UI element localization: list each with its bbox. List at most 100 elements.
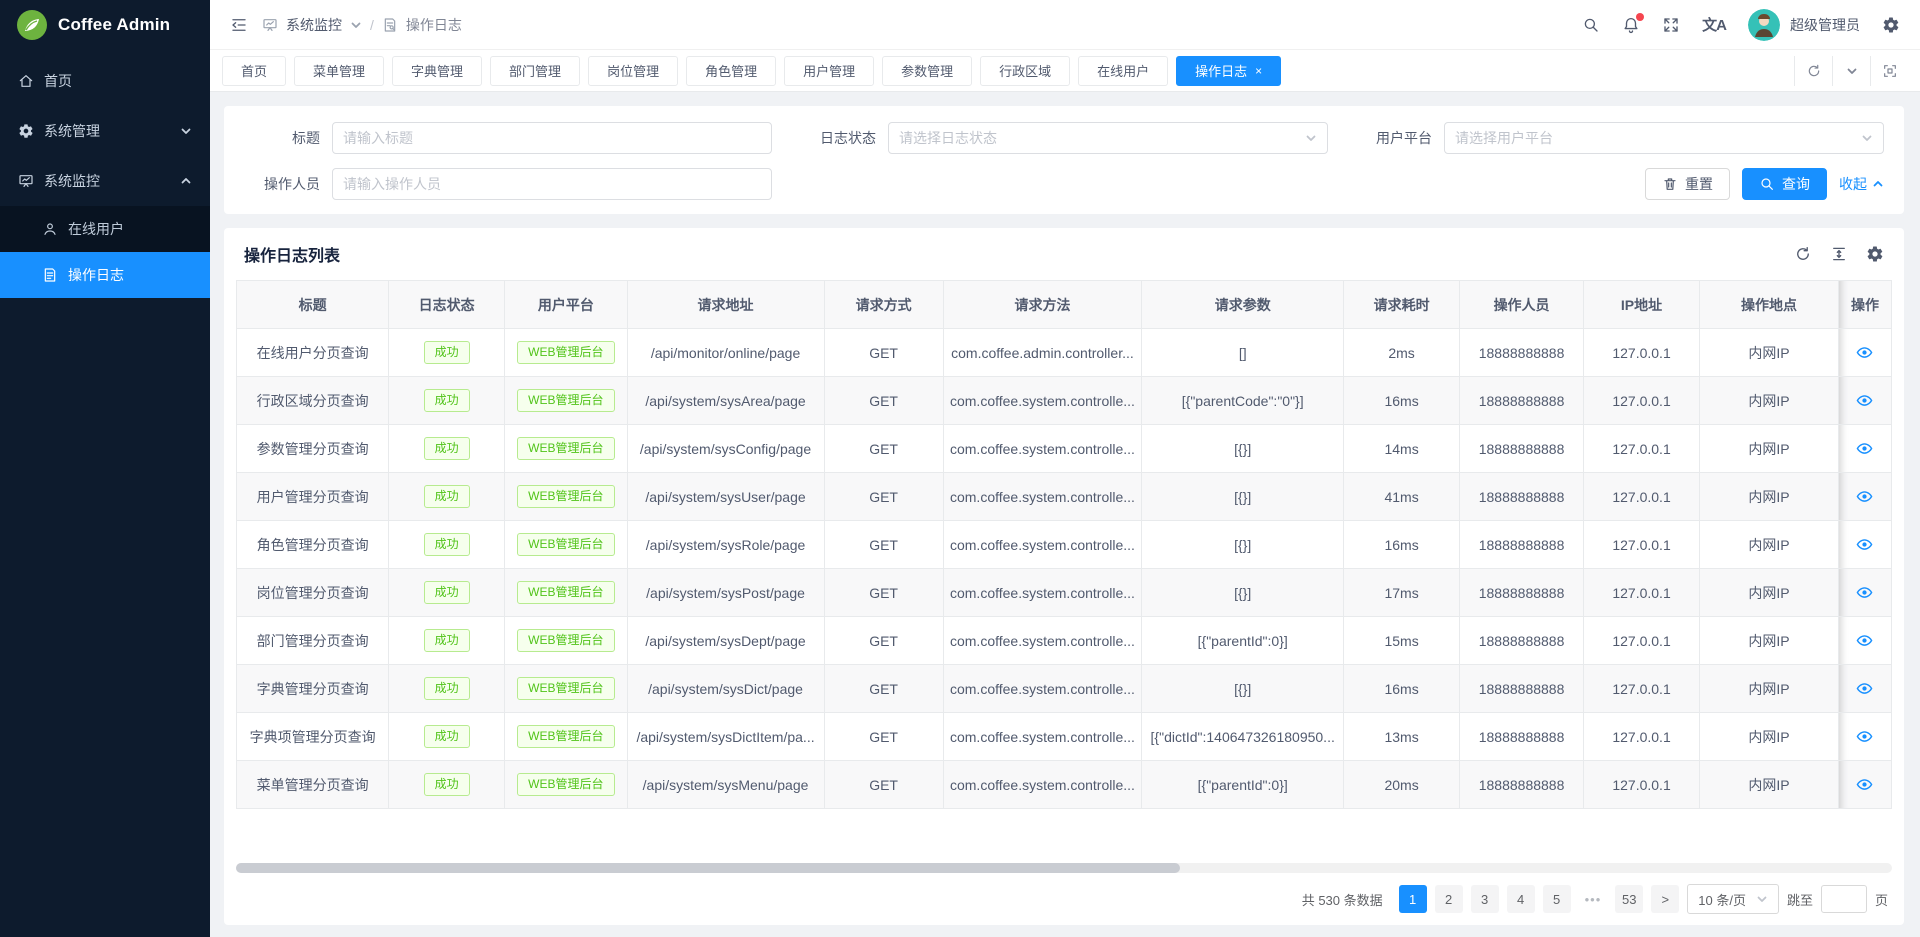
user-icon — [42, 221, 58, 237]
cell-method: GET — [824, 569, 943, 617]
chevron-down-icon — [1756, 893, 1768, 905]
chevron-down-icon[interactable] — [350, 19, 362, 31]
status-badge: 成功 — [424, 677, 470, 701]
col-request-params: 请求参数 — [1142, 281, 1344, 329]
log-status-placeholder: 请选择日志状态 — [899, 128, 997, 148]
notification-bell-icon[interactable] — [1622, 16, 1640, 34]
tab[interactable]: 在线用户 — [1078, 56, 1168, 86]
operator-input[interactable] — [343, 176, 761, 192]
view-detail-eye-icon[interactable] — [1856, 776, 1873, 793]
cell-ip: 127.0.0.1 — [1584, 761, 1700, 809]
cell-handler: com.coffee.admin.controller... — [943, 329, 1142, 377]
translate-icon[interactable]: 文A — [1702, 14, 1726, 35]
cell-location: 内网IP — [1699, 569, 1838, 617]
tab[interactable]: 用户管理 — [784, 56, 874, 86]
page-button[interactable]: ••• — [1579, 885, 1608, 913]
view-detail-eye-icon[interactable] — [1856, 344, 1873, 361]
page-button[interactable]: 4 — [1507, 885, 1535, 913]
sidebar-item-online-users[interactable]: 在线用户 — [0, 206, 210, 252]
tab[interactable]: 菜单管理 — [294, 56, 384, 86]
cell-platform: WEB管理后台 — [505, 425, 627, 473]
status-badge: 成功 — [424, 533, 470, 557]
page-button[interactable]: 5 — [1543, 885, 1571, 913]
view-detail-eye-icon[interactable] — [1856, 728, 1873, 745]
app-logo[interactable]: Coffee Admin — [0, 0, 210, 50]
page-button[interactable]: 3 — [1471, 885, 1499, 913]
tab[interactable]: 首页 — [222, 56, 286, 86]
chevron-down-icon[interactable] — [1832, 56, 1870, 86]
tab[interactable]: 操作日志 × — [1176, 56, 1281, 86]
cell-method: GET — [824, 521, 943, 569]
page-button[interactable]: 53 — [1615, 885, 1643, 913]
settings-gear-icon[interactable] — [1882, 16, 1900, 34]
row-height-icon[interactable] — [1830, 245, 1848, 263]
filter-operator: 操作人员 — [244, 168, 772, 200]
column-settings-icon[interactable] — [1866, 245, 1884, 263]
tab[interactable]: 部门管理 — [490, 56, 580, 86]
title-input[interactable] — [343, 130, 761, 146]
user-menu[interactable]: 超级管理员 — [1748, 9, 1860, 41]
cell-params: [{"parentCode":"0"}] — [1142, 377, 1344, 425]
jump-page-input[interactable] — [1821, 885, 1867, 913]
page-button[interactable]: 1 — [1399, 885, 1427, 913]
collapse-sidebar-icon[interactable] — [230, 16, 248, 34]
horizontal-scrollbar[interactable] — [236, 863, 1892, 873]
collapse-filter-link[interactable]: 收起 — [1839, 174, 1884, 194]
sidebar-item-system-management[interactable]: 系统管理 — [0, 106, 210, 156]
cell-handler: com.coffee.system.controlle... — [943, 665, 1142, 713]
card-title: 操作日志列表 — [244, 242, 340, 266]
search-label: 查询 — [1782, 174, 1810, 194]
search-button[interactable]: 查询 — [1742, 168, 1827, 200]
search-icon[interactable] — [1582, 16, 1600, 34]
filter-title: 标题 — [244, 122, 772, 154]
cell-method: GET — [824, 473, 943, 521]
tab-label: 参数管理 — [901, 61, 953, 80]
cell-status: 成功 — [389, 569, 505, 617]
tab[interactable]: 字典管理 — [392, 56, 482, 86]
page-button[interactable]: 2 — [1435, 885, 1463, 913]
view-detail-eye-icon[interactable] — [1856, 584, 1873, 601]
cell-platform: WEB管理后台 — [505, 761, 627, 809]
col-title: 标题 — [237, 281, 389, 329]
page-button[interactable]: > — [1651, 885, 1679, 913]
sidebar-item-home[interactable]: 首页 — [0, 56, 210, 106]
maximize-icon[interactable] — [1870, 56, 1908, 86]
reset-button[interactable]: 重置 — [1645, 168, 1730, 200]
sidebar-item-system-monitor[interactable]: 系统监控 — [0, 156, 210, 206]
sidebar-item-operation-log[interactable]: 操作日志 — [0, 252, 210, 298]
tab[interactable]: 行政区域 — [980, 56, 1070, 86]
cell-status: 成功 — [389, 521, 505, 569]
refresh-icon[interactable] — [1794, 56, 1832, 86]
refresh-icon[interactable] — [1794, 245, 1812, 263]
tab[interactable]: 角色管理 — [686, 56, 776, 86]
view-detail-eye-icon[interactable] — [1856, 536, 1873, 553]
view-detail-eye-icon[interactable] — [1856, 680, 1873, 697]
fullscreen-icon[interactable] — [1662, 16, 1680, 34]
cell-method: GET — [824, 665, 943, 713]
cell-ip: 127.0.0.1 — [1584, 329, 1700, 377]
coffee-logo-icon — [16, 9, 48, 41]
user-platform-select[interactable]: 请选择用户平台 — [1444, 122, 1884, 154]
col-ip: IP地址 — [1584, 281, 1700, 329]
cell-method: GET — [824, 425, 943, 473]
cell-ip: 127.0.0.1 — [1584, 377, 1700, 425]
breadcrumb-parent[interactable]: 系统监控 — [286, 15, 342, 35]
cell-action — [1838, 665, 1891, 713]
log-status-select[interactable]: 请选择日志状态 — [888, 122, 1328, 154]
page-size-select[interactable]: 10 条/页 — [1687, 884, 1779, 914]
scrollbar-thumb[interactable] — [236, 863, 1180, 873]
view-detail-eye-icon[interactable] — [1856, 632, 1873, 649]
cell-url: /api/system/sysDictItem/pa... — [627, 713, 824, 761]
sidebar-item-label: 系统监控 — [44, 171, 100, 191]
tab[interactable]: 参数管理 — [882, 56, 972, 86]
col-location: 操作地点 — [1699, 281, 1838, 329]
view-detail-eye-icon[interactable] — [1856, 392, 1873, 409]
status-badge: 成功 — [424, 437, 470, 461]
table-row: 行政区域分页查询 成功 WEB管理后台 /api/system/sysArea/… — [237, 377, 1892, 425]
main-area: 系统监控 / 操作日志 文A — [210, 0, 1920, 937]
tab[interactable]: 岗位管理 — [588, 56, 678, 86]
view-detail-eye-icon[interactable] — [1856, 488, 1873, 505]
cell-status: 成功 — [389, 329, 505, 377]
tab-close-icon[interactable]: × — [1255, 65, 1262, 77]
view-detail-eye-icon[interactable] — [1856, 440, 1873, 457]
